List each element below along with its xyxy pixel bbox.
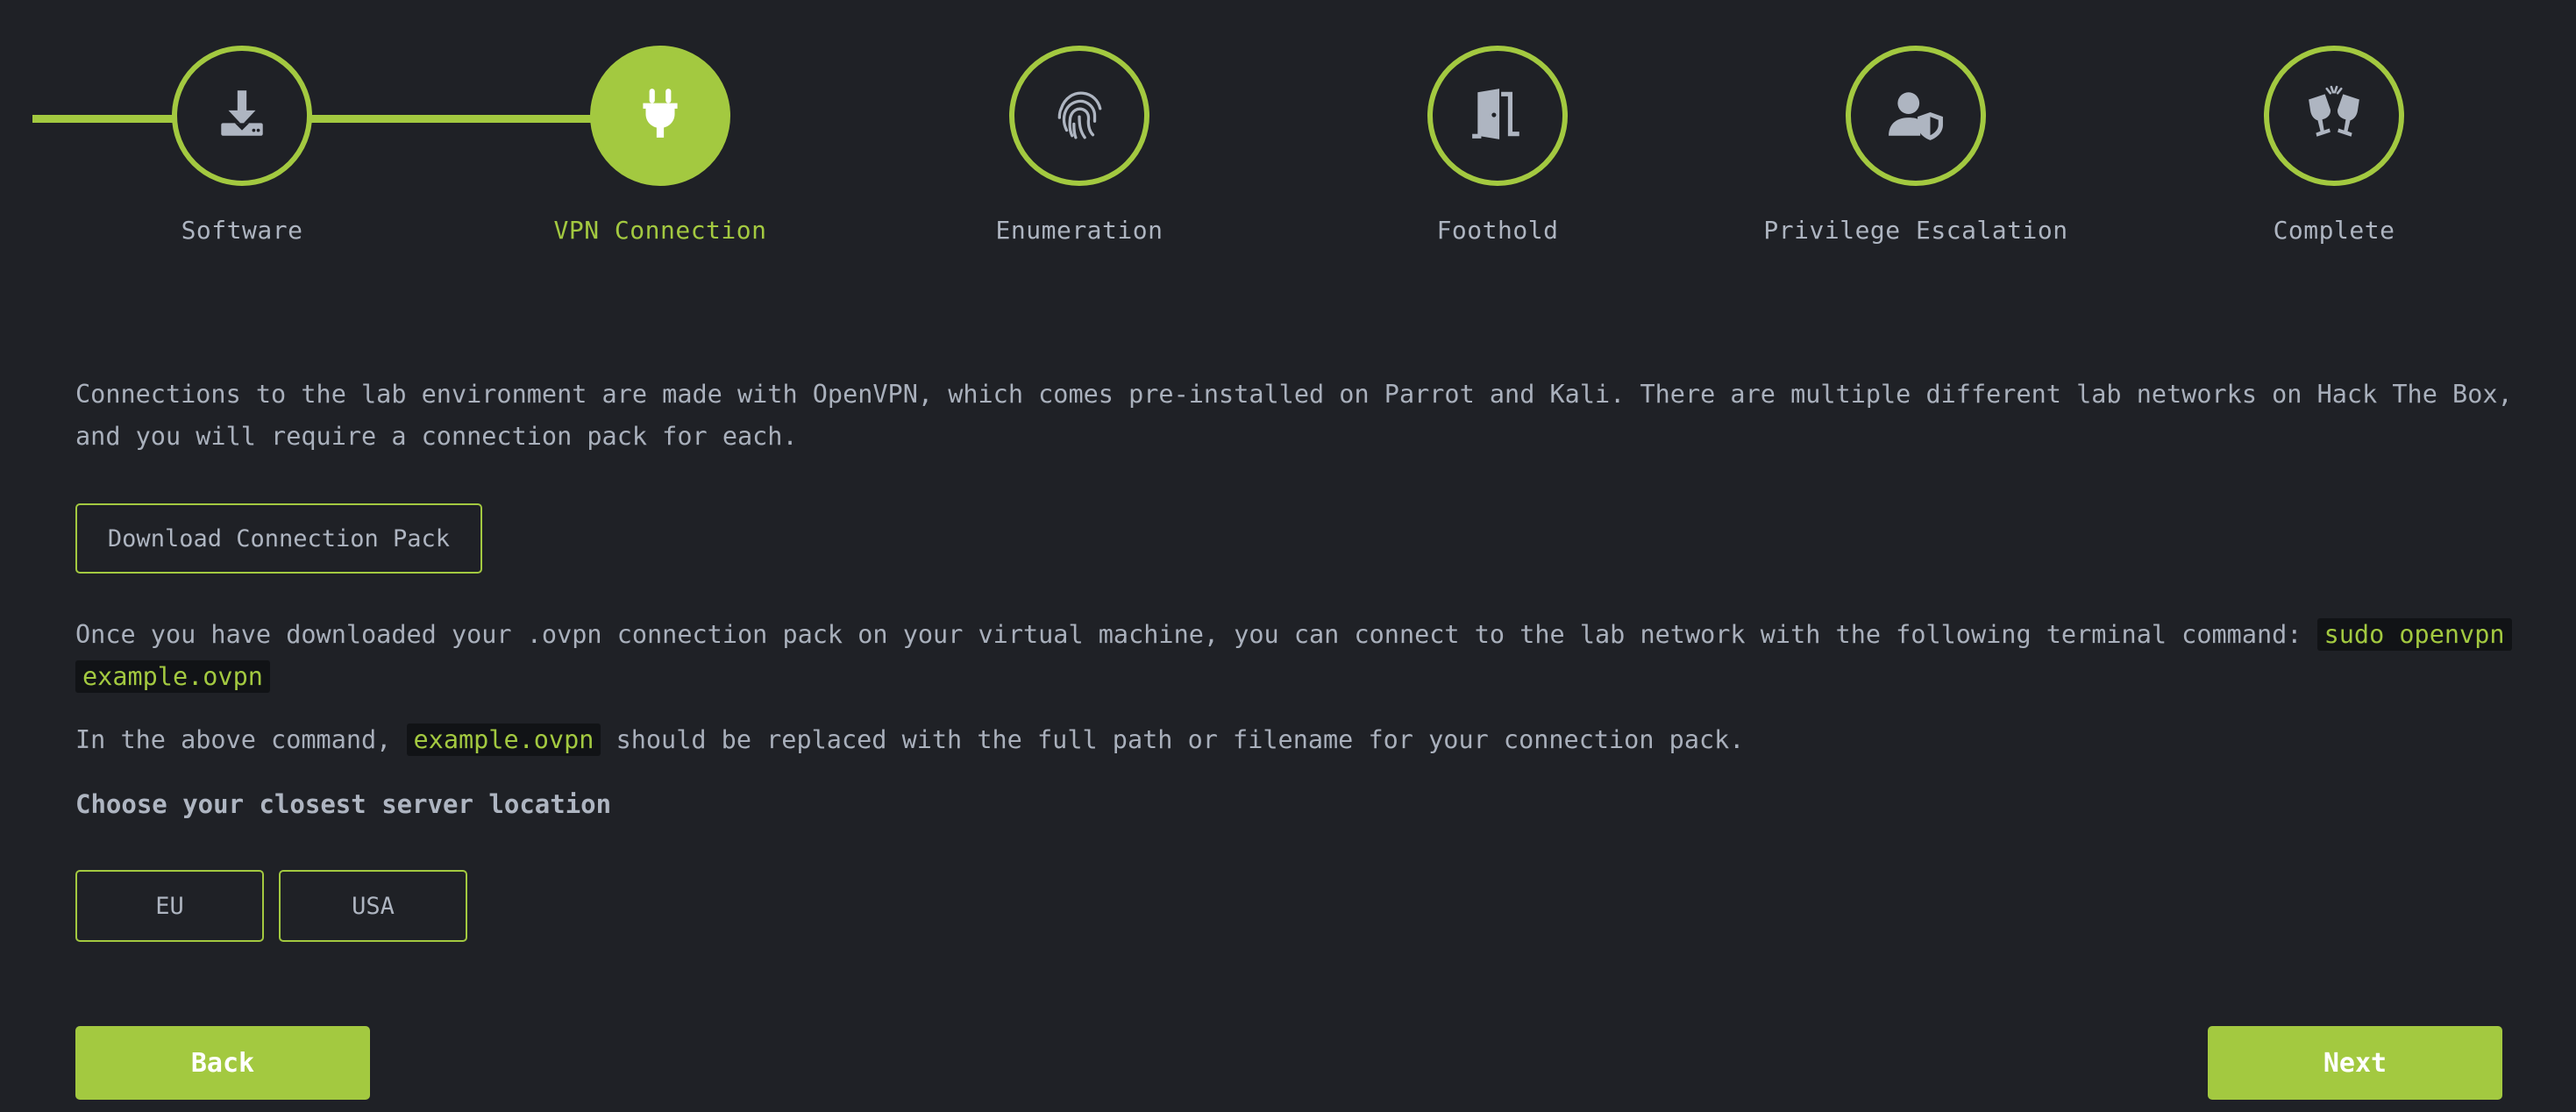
step-circle — [1846, 46, 1986, 186]
filename-code: example.ovpn — [406, 724, 601, 756]
instructions-prefix: In the above command, — [75, 725, 407, 754]
step-software[interactable]: Software — [67, 46, 417, 245]
step-circle — [590, 46, 730, 186]
terminal-command-code-continued: example.ovpn — [75, 660, 270, 693]
step-label: VPN Connection — [553, 216, 767, 245]
terminal-command-code: sudo openvpn — [2316, 618, 2512, 651]
instructions-suffix: should be replaced with the full path or… — [601, 725, 1745, 754]
server-location-heading: Choose your closest server location — [75, 789, 612, 819]
step-circle — [1009, 46, 1149, 186]
download-icon — [213, 85, 271, 146]
step-complete[interactable]: Complete — [2159, 46, 2509, 245]
instructions-text: Once you have downloaded your .ovpn conn… — [75, 620, 2317, 649]
download-connection-pack-button[interactable]: Download Connection Pack — [75, 503, 482, 574]
fingerprint-icon — [1050, 85, 1108, 146]
user-shield-icon — [1887, 85, 1945, 146]
step-enumeration[interactable]: Enumeration — [904, 46, 1255, 245]
step-label: Software — [181, 216, 303, 245]
next-button[interactable]: Next — [2208, 1026, 2502, 1100]
step-foothold[interactable]: Foothold — [1322, 46, 1673, 245]
instructions-line-3: In the above command, example.ovpn shoul… — [75, 719, 2513, 761]
step-label: Enumeration — [995, 216, 1163, 245]
step-label: Privilege Escalation — [1763, 216, 2068, 245]
progress-stepper: Software VPN Connection Enumeration Foot… — [0, 0, 2576, 281]
step-label: Complete — [2273, 216, 2395, 245]
intro-line-1: Connections to the lab environment are m… — [75, 380, 2513, 409]
glass-cheers-icon — [2305, 85, 2363, 146]
instructions-line-2: example.ovpn — [75, 656, 2513, 698]
server-option-usa[interactable]: USA — [279, 870, 467, 942]
step-circle — [172, 46, 312, 186]
step-circle — [2264, 46, 2404, 186]
server-option-eu[interactable]: EU — [75, 870, 264, 942]
step-vpn-connection[interactable]: VPN Connection — [485, 46, 836, 245]
vpn-instructions: Once you have downloaded your .ovpn conn… — [75, 614, 2513, 761]
back-button[interactable]: Back — [75, 1026, 370, 1100]
door-open-icon — [1469, 85, 1526, 146]
step-circle — [1427, 46, 1568, 186]
plug-icon — [631, 85, 689, 146]
vpn-intro: Connections to the lab environment are m… — [75, 374, 2513, 458]
step-label: Foothold — [1436, 216, 1559, 245]
step-privilege-escalation[interactable]: Privilege Escalation — [1740, 46, 2091, 245]
intro-line-2: and you will require a connection pack f… — [75, 422, 798, 451]
instructions-line-1: Once you have downloaded your .ovpn conn… — [75, 614, 2513, 656]
